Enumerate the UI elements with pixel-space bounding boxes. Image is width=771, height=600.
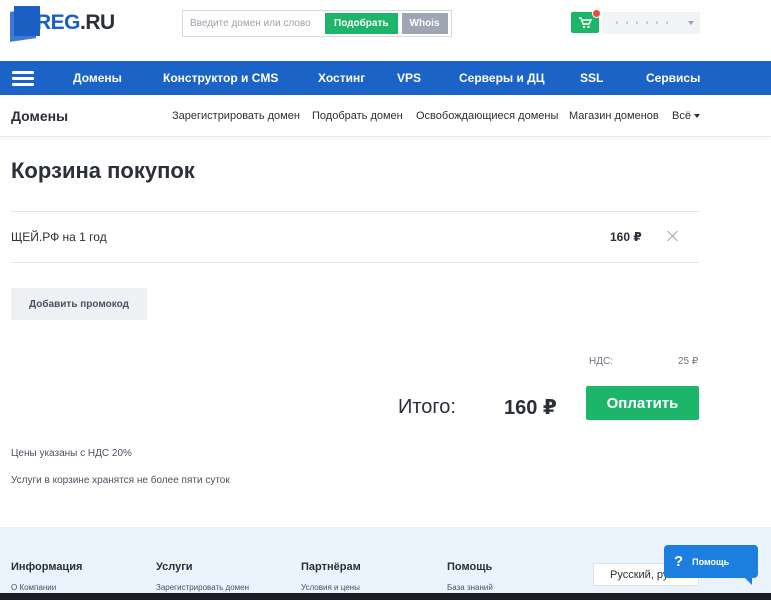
whois-button[interactable]: Whois <box>401 13 448 34</box>
footer-col-title: Партнёрам <box>301 561 361 573</box>
footer-col-title: Помощь <box>447 561 493 573</box>
pick-domain-button[interactable]: Подобрать <box>325 13 398 34</box>
pay-button[interactable]: Оплатить <box>586 386 699 420</box>
help-bubble-tail <box>742 575 752 585</box>
domain-search: Подобрать Whois <box>182 10 452 37</box>
site-footer: Информация О Компании Услуги Зарегистрир… <box>0 527 771 600</box>
subnav-pick-domain[interactable]: Подобрать домен <box>312 110 403 122</box>
nav-item-ssl[interactable]: SSL <box>580 71 603 85</box>
vat-label: НДС: <box>589 356 613 367</box>
cart-item-price: 160 ₽ <box>610 230 642 244</box>
divider <box>11 262 699 263</box>
section-title[interactable]: Домены <box>11 108 68 124</box>
remove-item-icon[interactable] <box>666 229 680 243</box>
logo[interactable]: REG.RU <box>10 6 115 42</box>
cart-item-name: ЩЕЙ.РФ на 1 год <box>11 230 107 244</box>
nav-item-services[interactable]: Сервисы <box>646 71 700 85</box>
footer-link[interactable]: База знаний <box>447 583 493 592</box>
domain-search-input[interactable] <box>185 13 323 34</box>
page-title: Корзина покупок <box>11 158 195 183</box>
footer-link[interactable]: Условия и цены <box>301 583 360 592</box>
nav-item-hosting[interactable]: Хостинг <box>318 71 365 85</box>
section-subnav: Домены Зарегистрировать домен Подобрать … <box>0 95 771 137</box>
total-value: 160 ₽ <box>504 397 557 419</box>
account-name-masked <box>616 21 676 24</box>
nav-item-servers[interactable]: Серверы и ДЦ <box>459 71 545 85</box>
main-navigation: Домены Конструктор и CMS Хостинг VPS Сер… <box>0 61 771 95</box>
divider <box>11 211 699 212</box>
vat-note: Цены указаны с НДС 20% <box>11 448 132 459</box>
footer-col-title: Услуги <box>156 561 193 573</box>
subnav-expiring-domains[interactable]: Освобождающиеся домены <box>416 110 558 122</box>
footer-col-title: Информация <box>11 561 83 573</box>
vat-value: 25 ₽ <box>678 356 699 367</box>
chevron-down-icon <box>693 114 700 119</box>
nav-item-constructor-cms[interactable]: Конструктор и CMS <box>163 71 278 85</box>
nav-item-domains[interactable]: Домены <box>73 71 122 85</box>
cart-notification-badge <box>592 9 601 18</box>
storage-note: Услуги в корзине хранятся не более пяти … <box>11 475 230 486</box>
subnav-register-domain[interactable]: Зарегистрировать домен <box>172 110 300 122</box>
site-header: REG.RU Подобрать Whois <box>0 0 771 60</box>
help-chat-button[interactable]: ? Помощь <box>664 545 758 578</box>
subnav-all-dropdown[interactable]: Всё <box>672 110 700 122</box>
chevron-down-icon <box>688 21 694 25</box>
subnav-domain-shop[interactable]: Магазин доменов <box>569 110 659 122</box>
help-label: Помощь <box>692 556 730 567</box>
subnav-all-label: Всё <box>672 110 691 122</box>
account-menu[interactable] <box>602 12 700 34</box>
logo-text: REG.RU <box>36 11 115 34</box>
footer-link[interactable]: О Компании <box>11 583 56 592</box>
cart-icon <box>579 16 592 28</box>
menu-icon[interactable] <box>12 71 34 86</box>
nav-item-vps[interactable]: VPS <box>397 71 421 85</box>
question-icon: ? <box>674 553 684 570</box>
os-taskbar <box>0 593 771 600</box>
footer-link[interactable]: Зарегистрировать домен <box>156 583 249 592</box>
add-promo-code-button[interactable]: Добавить промокод <box>11 288 147 320</box>
total-label: Итого: <box>398 396 456 418</box>
